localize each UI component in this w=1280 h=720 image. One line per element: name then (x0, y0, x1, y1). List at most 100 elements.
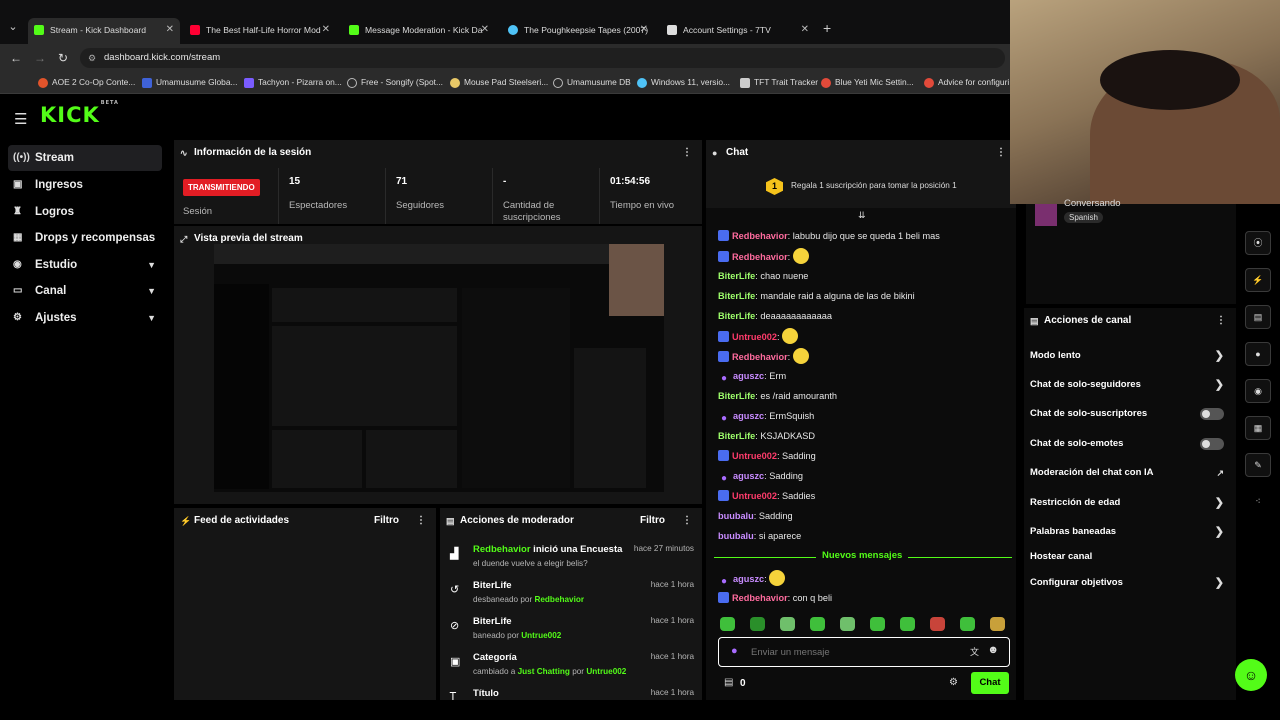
more-icon[interactable]: ⋮ (1216, 308, 1226, 334)
chat-message[interactable]: ● aguszc: ErmSquish (718, 408, 814, 424)
action-host-channel[interactable]: Hostear canal (1030, 548, 1230, 566)
chat-message[interactable]: Redbehavior: (718, 348, 809, 364)
chat-username[interactable]: aguszc (733, 371, 764, 381)
chat-username[interactable]: Untrue002 (732, 332, 777, 342)
emote-icon[interactable] (792, 248, 809, 264)
mic-badge-icon[interactable]: ● (731, 645, 738, 657)
browser-tab-3[interactable]: Message Moderation - Kick Da ✕ (343, 20, 495, 40)
browser-tab-4[interactable]: The Poughkeepsie Tapes (2007) ✕ (502, 20, 654, 40)
chat-message[interactable]: ● aguszc: (718, 570, 786, 587)
bolt-icon[interactable]: ⚡ (1245, 268, 1271, 292)
kick-logo[interactable]: KICKBETA (40, 100, 118, 127)
chat-message[interactable]: Untrue002: Saddies (718, 488, 815, 504)
action-subscribers-only[interactable]: Chat de solo-suscriptores (1030, 405, 1230, 423)
emote-icon[interactable] (990, 617, 1005, 631)
tab-search-icon[interactable]: ⌄ (5, 20, 21, 38)
gift-banner[interactable]: 1 Regala 1 suscripción para tomar la pos… (706, 166, 1016, 208)
sidebar-item-canal[interactable]: ▭ Canal ▼ (8, 278, 162, 304)
chat-message[interactable]: ● aguszc: Sadding (718, 468, 803, 484)
filter-button[interactable]: Filtro (640, 508, 665, 534)
action-goals[interactable]: Configurar objetivos ❯ (1030, 574, 1230, 592)
reload-icon[interactable]: ↻ (58, 51, 68, 65)
chat-username[interactable]: Redbehavior (732, 593, 788, 603)
chat-message[interactable]: BiterLife: mandale raid a alguna de las … (718, 288, 915, 304)
layout-icon[interactable]: ▦ (1245, 416, 1271, 440)
close-icon[interactable]: ✕ (640, 20, 648, 40)
gear-icon[interactable]: ⚙ (949, 677, 958, 688)
chat-message[interactable]: buubalu: si aparece (718, 528, 801, 544)
action-emotes-only[interactable]: Chat de solo-emotes (1030, 435, 1230, 453)
chat-username[interactable]: aguszc (733, 411, 764, 421)
sidebar-item-estudio[interactable]: ◉ Estudio ▼ (8, 252, 162, 278)
scroll-down-icon[interactable]: ⇊ (858, 210, 866, 221)
document-icon[interactable]: ▤ (1245, 305, 1271, 329)
chat-message[interactable]: Untrue002: Sadding (718, 448, 816, 464)
emote-icon[interactable] (750, 617, 765, 631)
action-banned-words[interactable]: Palabras baneadas ❯ (1030, 523, 1230, 541)
close-icon[interactable]: ✕ (166, 18, 174, 42)
chat-message[interactable]: Redbehavior: con q beli (718, 590, 832, 606)
chat-username[interactable]: aguszc (733, 471, 764, 481)
forward-icon[interactable]: → (34, 51, 46, 65)
action-followers-only[interactable]: Chat de solo-seguidores ❯ (1030, 376, 1230, 394)
bookmark-item[interactable]: AOE 2 Co-Op Conte... (38, 76, 135, 89)
close-icon[interactable]: ✕ (481, 20, 489, 40)
mod-action-item[interactable]: ⊘ BiterLife baneado por Untrue002 hace 1… (440, 616, 702, 652)
mod-action-item[interactable]: ▟ Redbehavior inició una Encuesta el due… (440, 544, 702, 580)
support-icon[interactable]: ☺ (1235, 659, 1267, 691)
emote-icon[interactable] (769, 570, 786, 586)
action-slow-mode[interactable]: Modo lento ❯ (1030, 347, 1230, 365)
chat-username[interactable]: BiterLife (718, 271, 755, 281)
chat-username[interactable]: Untrue002 (732, 451, 777, 461)
browser-tab-2[interactable]: The Best Half-Life Horror Mod ✕ (184, 20, 336, 40)
bookmark-item[interactable]: Blue Yeti Mic Settin... (821, 76, 914, 89)
emoji-icon[interactable]: ☻ (987, 644, 999, 656)
chat-message[interactable]: BiterLife: deaaaaaaaaaaaa (718, 308, 832, 324)
emotes-only-toggle[interactable] (1200, 438, 1224, 450)
translate-icon[interactable]: 文 (970, 645, 979, 658)
bookmark-item[interactable]: Tachyon - Pizarra on... (244, 76, 342, 89)
chat-username[interactable]: BiterLife (718, 431, 755, 441)
apps-icon[interactable]: ⁖ (1245, 490, 1271, 514)
bookmark-item[interactable]: TFT Trait Tracker (740, 76, 818, 89)
chat-username[interactable]: buubalu (718, 511, 754, 521)
bookmark-item[interactable]: Mouse Pad Steelseri... (450, 76, 548, 89)
sidebar-item-logros[interactable]: ♜ Logros (8, 199, 162, 225)
new-tab-icon[interactable]: + (823, 20, 831, 36)
chat-message[interactable]: Redbehavior: (718, 248, 809, 264)
browser-tab-5[interactable]: Account Settings - 7TV ✕ (661, 20, 815, 40)
more-icon[interactable]: ⋮ (682, 508, 692, 534)
chat-username[interactable]: Untrue002 (732, 491, 777, 501)
chat-username[interactable]: Redbehavior (732, 352, 788, 362)
chat-message[interactable]: ● aguszc: Erm (718, 368, 786, 384)
chat-message[interactable]: Redbehavior: labubu dijo que se queda 1 … (718, 228, 940, 244)
action-ai-moderation[interactable]: Moderación del chat con IA ↗ (1030, 464, 1230, 482)
send-chat-button[interactable]: Chat (971, 672, 1009, 694)
record-icon[interactable]: ⦿ (1245, 231, 1271, 255)
action-age-restriction[interactable]: Restricción de edad ❯ (1030, 494, 1230, 512)
chat-username[interactable]: Redbehavior (732, 252, 788, 262)
emote-icon[interactable] (870, 617, 885, 631)
emote-icon[interactable] (900, 617, 915, 631)
stream-preview-video[interactable] (214, 244, 664, 492)
subscribers-only-toggle[interactable] (1200, 408, 1224, 420)
chat-message[interactable]: buubalu: Sadding (718, 508, 793, 524)
filter-button[interactable]: Filtro (374, 508, 399, 534)
bookmark-item[interactable]: Umamusume Globa... (142, 76, 237, 89)
broadcast-icon[interactable]: ◉ (1245, 379, 1271, 403)
mod-action-item[interactable]: ▣ Categoría cambiado a Just Chatting por… (440, 652, 702, 688)
mod-action-item[interactable]: Ꭲ Título hace 1 hora (440, 688, 702, 700)
message-field[interactable] (751, 643, 951, 661)
chat-message[interactable]: BiterLife: chao nuene (718, 268, 808, 284)
emote-icon[interactable] (810, 617, 825, 631)
chat-username[interactable]: BiterLife (718, 291, 755, 301)
browser-tab-1[interactable]: Stream - Kick Dashboard ✕ (28, 18, 180, 44)
sidebar-item-ajustes[interactable]: ⚙ Ajustes ▼ (8, 305, 162, 331)
bookmark-item[interactable]: Umamusume DB (553, 76, 631, 89)
chat-message[interactable]: Untrue002: (718, 328, 799, 344)
back-icon[interactable]: ← (10, 51, 22, 65)
url-input[interactable]: ⚙ dashboard.kick.com/stream (80, 48, 1005, 68)
wrench-icon[interactable]: ✎ (1245, 453, 1271, 477)
chat-icon[interactable]: ● (1245, 342, 1271, 366)
chat-username[interactable]: aguszc (733, 574, 764, 584)
